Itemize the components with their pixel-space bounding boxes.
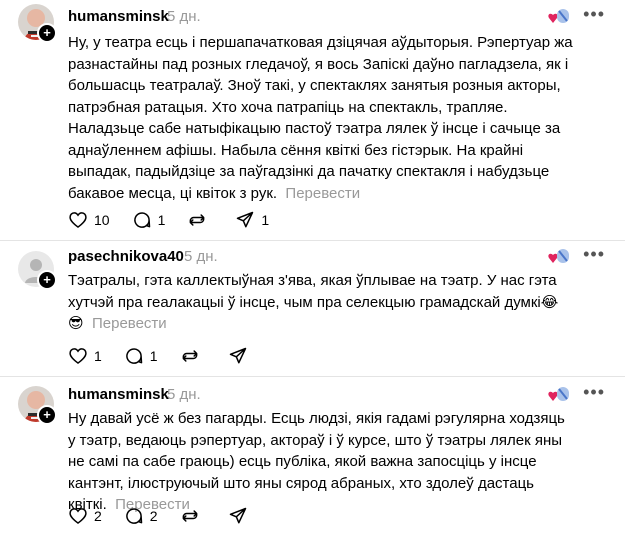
post-body: Ну, у театра есць і першапачатковая дзіц… — [68, 34, 573, 202]
post-actions: 2 2 — [68, 506, 276, 526]
timestamp[interactable]: 5 дн. — [184, 248, 218, 265]
translate-link[interactable]: Перевести — [285, 185, 360, 202]
translate-link[interactable]: Перевести — [92, 315, 167, 332]
plus-icon[interactable]: + — [37, 270, 57, 290]
more-icon[interactable]: ••• — [583, 4, 605, 25]
reply-count: 2 — [149, 508, 158, 524]
send-icon — [229, 347, 246, 364]
reply-button[interactable]: 1 — [124, 346, 158, 366]
timestamp[interactable]: 5 дн. — [167, 386, 201, 403]
like-button[interactable]: 1 — [68, 346, 102, 366]
post-actions: 1 1 — [68, 346, 276, 366]
timestamp[interactable]: 5 дн. — [167, 8, 201, 25]
post-text: Ну, у театра есць і першапачатковая дзіц… — [68, 32, 573, 204]
more-icon[interactable]: ••• — [583, 382, 605, 403]
post-text: Ну давай усё ж без пагарды. Есць людзі, … — [68, 408, 573, 516]
heart-icon — [69, 212, 87, 229]
username[interactable]: pasechnikova40 — [68, 248, 184, 265]
repost-icon — [189, 214, 205, 226]
reply-count: 1 — [149, 348, 158, 364]
heart-icon — [69, 508, 87, 525]
comment-icon — [126, 348, 143, 364]
more-icon[interactable]: ••• — [583, 244, 605, 265]
reply-button[interactable]: 2 — [124, 506, 158, 526]
like-button[interactable]: 2 — [68, 506, 102, 526]
share-count: 1 — [261, 212, 270, 228]
like-button[interactable]: 10 — [68, 210, 110, 230]
username[interactable]: humansminsk — [68, 8, 169, 25]
send-icon — [237, 211, 254, 228]
divider — [0, 240, 625, 241]
share-button[interactable] — [228, 506, 254, 526]
like-count: 1 — [94, 348, 102, 364]
post-text: Тэатралы, гэта каллектыўная з'ява, якая … — [68, 270, 573, 335]
repost-button[interactable] — [180, 506, 206, 526]
username[interactable]: humansminsk — [68, 386, 169, 403]
like-count: 2 — [94, 508, 102, 524]
repost-icon — [182, 510, 198, 522]
share-button[interactable] — [228, 346, 254, 366]
heart-flag-badge-icon — [548, 247, 570, 265]
post-actions: 10 1 1 — [68, 210, 291, 230]
reply-button[interactable]: 1 — [132, 210, 166, 230]
comment-icon — [133, 212, 150, 228]
repost-icon — [182, 350, 198, 362]
avatar[interactable]: + — [18, 4, 57, 43]
repost-button[interactable] — [180, 346, 206, 366]
plus-icon[interactable]: + — [37, 23, 57, 43]
send-icon — [229, 507, 246, 524]
reply-count: 1 — [157, 212, 166, 228]
plus-icon[interactable]: + — [37, 405, 57, 425]
avatar[interactable]: + — [18, 386, 57, 425]
heart-flag-badge-icon — [548, 385, 570, 403]
heart-flag-badge-icon — [548, 7, 570, 25]
heart-icon — [69, 348, 87, 365]
share-button[interactable]: 1 — [235, 210, 269, 230]
divider — [0, 376, 625, 377]
avatar[interactable]: + — [18, 251, 57, 290]
repost-button[interactable] — [187, 210, 213, 230]
like-count: 10 — [94, 212, 110, 228]
comment-icon — [126, 508, 143, 524]
